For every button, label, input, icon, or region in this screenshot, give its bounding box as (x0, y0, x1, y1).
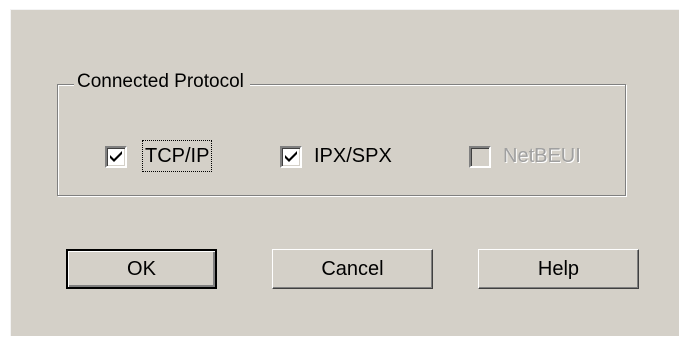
help-button[interactable]: Help (478, 249, 639, 289)
checkmark-icon (285, 151, 297, 162)
netbeui-checkbox[interactable] (469, 146, 491, 168)
ipxspx-checkbox[interactable] (280, 146, 302, 168)
ipxspx-label[interactable]: IPX/SPX (314, 141, 392, 171)
netbeui-label[interactable]: NetBEUI (503, 141, 581, 171)
ok-button[interactable]: OK (66, 249, 217, 289)
cancel-button[interactable]: Cancel (272, 249, 433, 289)
tcpip-label[interactable]: TCP/IP (141, 140, 213, 172)
tcpip-checkbox[interactable] (105, 146, 127, 168)
group-title: Connected Protocol (74, 68, 250, 96)
connected-protocol-group (57, 84, 626, 196)
checkmark-icon (110, 151, 122, 162)
